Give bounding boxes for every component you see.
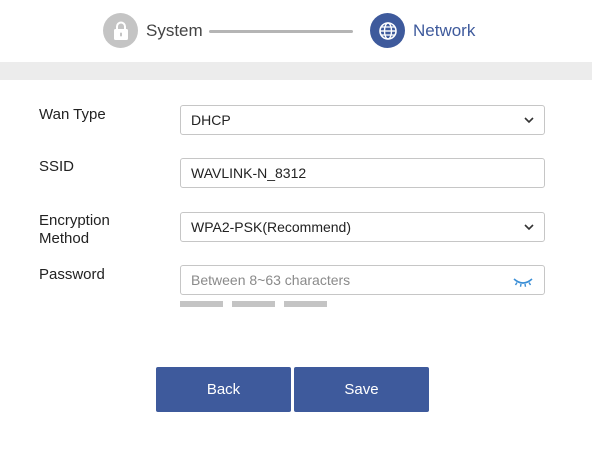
chevron-down-icon bbox=[524, 117, 534, 124]
password-label: Password bbox=[39, 266, 105, 283]
lock-icon bbox=[113, 21, 128, 40]
step-system-label: System bbox=[146, 21, 203, 40]
ssid-label: SSID bbox=[39, 158, 75, 175]
password-strength-bar-2 bbox=[232, 301, 275, 307]
ssid-value: WAVLINK-N_8312 bbox=[191, 165, 307, 181]
eye-closed-icon[interactable] bbox=[512, 273, 534, 289]
step-network-circle bbox=[370, 13, 405, 48]
wan-type-value: DHCP bbox=[191, 112, 231, 128]
header-divider-band bbox=[0, 62, 592, 80]
save-button[interactable]: Save bbox=[294, 367, 429, 412]
step-connector-line bbox=[209, 30, 353, 33]
password-input[interactable]: Between 8~63 characters bbox=[180, 265, 545, 295]
encryption-method-label: Encryption Method bbox=[39, 212, 110, 247]
back-button[interactable]: Back bbox=[156, 367, 291, 412]
setup-stepper: System Network bbox=[0, 0, 592, 62]
password-strength-bar-1 bbox=[180, 301, 223, 307]
step-network-label: Network bbox=[413, 21, 476, 40]
password-strength-bar-3 bbox=[284, 301, 327, 307]
wan-type-label: Wan Type bbox=[39, 106, 106, 123]
globe-icon bbox=[378, 21, 397, 40]
wan-type-select[interactable]: DHCP bbox=[180, 105, 545, 135]
password-placeholder: Between 8~63 characters bbox=[191, 272, 351, 288]
encryption-method-select[interactable]: WPA2-PSK(Recommend) bbox=[180, 212, 545, 242]
step-system-circle bbox=[103, 13, 138, 48]
encryption-method-value: WPA2-PSK(Recommend) bbox=[191, 219, 352, 235]
ssid-input[interactable]: WAVLINK-N_8312 bbox=[180, 158, 545, 188]
chevron-down-icon bbox=[524, 224, 534, 231]
